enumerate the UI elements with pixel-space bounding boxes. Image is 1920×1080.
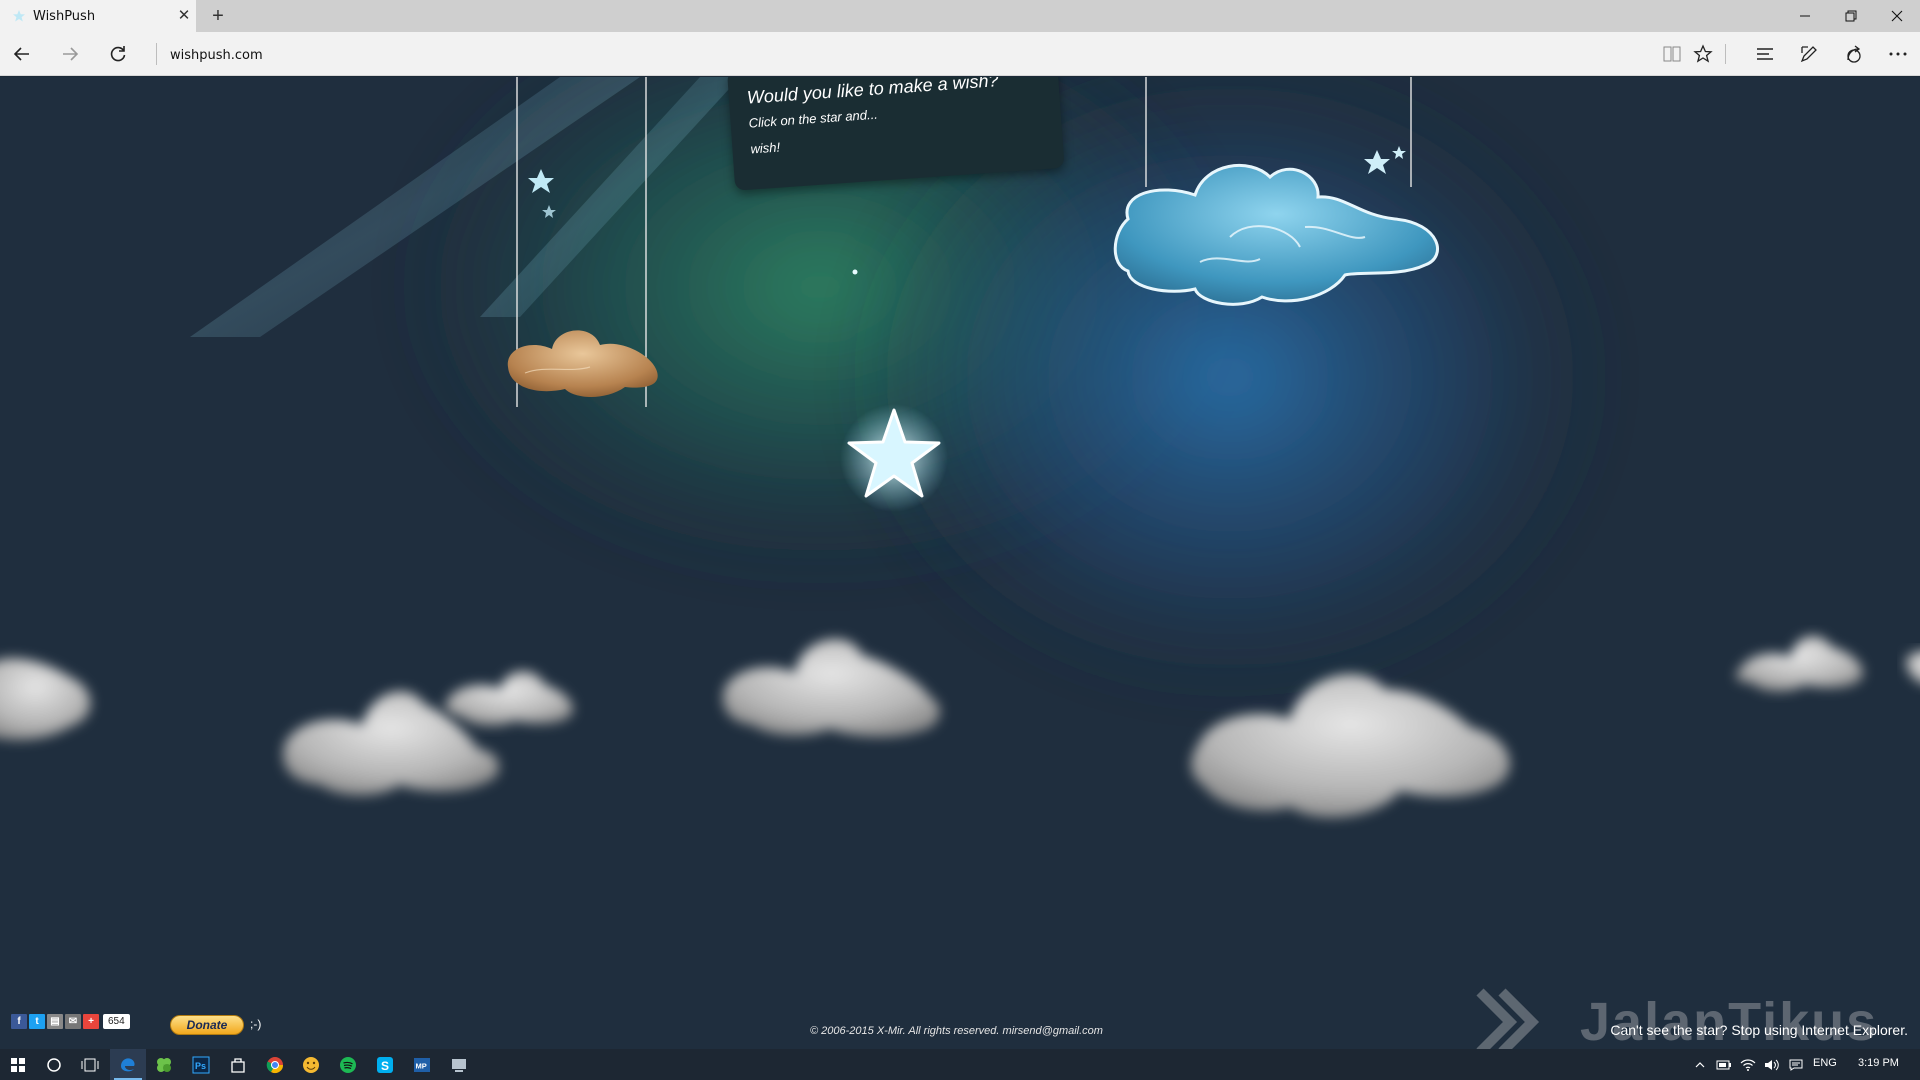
grey-cloud [1735,635,1864,692]
favorite-star-icon[interactable] [1686,38,1720,70]
svg-text:Ps: Ps [195,1061,206,1071]
language-indicator[interactable]: ENG [1813,1057,1837,1069]
clover-taskbar-icon[interactable] [146,1049,182,1080]
emoji-taskbar-icon[interactable] [293,1049,329,1080]
chrome-taskbar-icon[interactable] [257,1049,293,1080]
task-view-icon[interactable] [72,1049,108,1080]
volume-icon[interactable] [1760,1049,1784,1080]
facebook-icon[interactable]: f [11,1014,27,1029]
cortana-search-icon[interactable] [36,1049,72,1080]
spotify-taskbar-icon[interactable] [330,1049,366,1080]
wish-title: Would you like to make a wish? [746,77,1000,108]
tab-wishpush[interactable]: WishPush ✕ [0,0,196,32]
restore-icon[interactable] [1828,0,1874,32]
photoshop-taskbar-icon[interactable]: Ps [183,1049,219,1080]
svg-text:S: S [381,1059,389,1073]
copyright-text: © 2006-2015 X-Mir. All rights reserved. … [810,1025,1103,1037]
share-bar: f t ▤ ✉ + 654 [11,1014,130,1029]
wish-instruction-end: wish! [749,139,781,157]
windows-start-icon[interactable] [0,1049,36,1080]
reading-view-icon[interactable] [1655,38,1689,70]
battery-icon[interactable] [1712,1049,1736,1080]
star-favicon-icon [13,10,25,22]
web-note-icon[interactable] [1792,38,1826,70]
more-icon[interactable] [1881,38,1915,70]
back-icon[interactable] [6,38,38,70]
tab-bar: WishPush ✕ + [0,0,1920,32]
tiny-star [852,269,858,275]
plus-share-icon[interactable]: + [83,1014,99,1029]
donate-button[interactable]: Donate [170,1015,244,1035]
ie-note: Can't see the star? Stop using Internet … [1610,1022,1908,1038]
share-count: 654 [103,1014,130,1029]
minimize-icon[interactable] [1782,0,1828,32]
email-icon[interactable]: ✉ [65,1014,81,1029]
svg-text:MP: MP [416,1061,427,1070]
wish-instruction: Click on the star and... [748,106,879,131]
wishpush-page: JalanTikus Would you like to make a wish… [0,77,1920,1049]
wifi-icon[interactable] [1736,1049,1760,1080]
share-icon[interactable] [1837,38,1871,70]
action-center-icon[interactable] [1784,1049,1808,1080]
tab-close-icon[interactable]: ✕ [174,6,194,26]
night-sky-scene: JalanTikus [0,77,1920,1049]
mp-taskbar-icon[interactable]: MP [404,1049,440,1080]
refresh-icon[interactable] [102,38,134,70]
app-taskbar-icon[interactable] [441,1049,477,1080]
jalantikus-logo: JalanTikus [1476,988,1878,1049]
address-bar [0,32,1920,76]
forward-icon[interactable] [54,38,86,70]
new-tab-icon[interactable]: + [206,4,230,28]
chevron-up-icon[interactable] [1690,1049,1710,1080]
url-input[interactable] [170,45,1620,65]
close-window-icon[interactable] [1874,0,1920,32]
wish-star-icon[interactable] [838,400,950,512]
svg-text:JalanTikus: JalanTikus [1580,992,1878,1049]
grey-cloud [0,658,91,740]
taskbar: Ps S MP ENG 3:19 PM [0,1049,1920,1080]
grey-cloud [445,671,574,726]
clock-time[interactable]: 3:19 PM [1858,1057,1899,1069]
store-taskbar-icon[interactable] [220,1049,256,1080]
smiley-text: ;-) [250,1017,262,1031]
tab-title: WishPush [33,9,96,24]
hub-icon[interactable] [1748,38,1782,70]
print-icon[interactable]: ▤ [47,1014,63,1029]
url-separator [156,43,157,65]
grey-cloud [1905,651,1920,683]
skype-taskbar-icon[interactable]: S [367,1049,403,1080]
toolbar-separator [1725,44,1726,64]
twitter-icon[interactable]: t [29,1014,45,1029]
grey-cloud [722,638,941,737]
edge-taskbar-icon[interactable] [110,1049,146,1080]
